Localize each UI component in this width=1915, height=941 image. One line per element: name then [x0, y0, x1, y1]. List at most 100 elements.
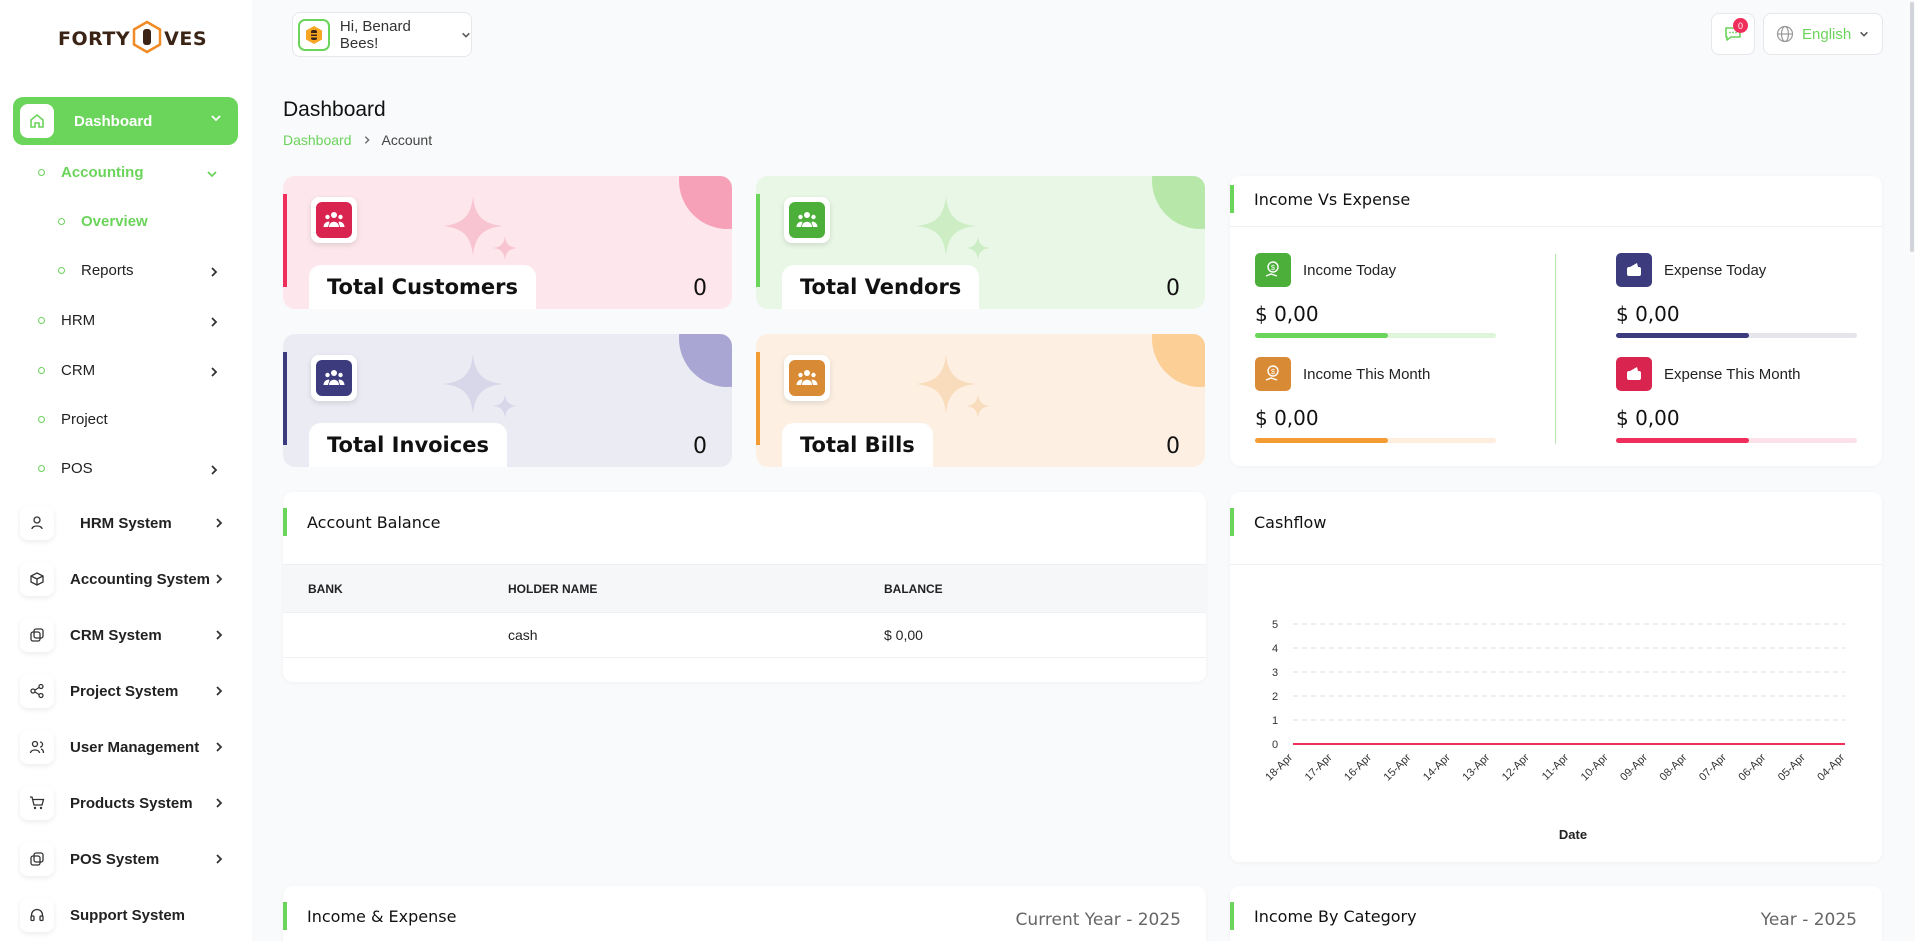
x-tick-label: 04-Apr	[1815, 751, 1847, 783]
x-tick-label: 18-Apr	[1263, 751, 1295, 783]
sidebar-item-support-system[interactable]: Support System	[20, 898, 185, 932]
corner-decoration	[679, 176, 732, 229]
sidebar-item-label: Support System	[70, 906, 186, 924]
x-tick-label: 05-Apr	[1776, 751, 1808, 783]
column-header[interactable]: BANK	[283, 564, 508, 613]
customers-icon-box	[311, 197, 357, 243]
page-title: Dashboard	[283, 98, 386, 121]
corner-decoration	[679, 334, 732, 387]
sidebar-item-label: POS	[61, 460, 93, 477]
breadcrumb: Dashboard Account	[283, 132, 432, 148]
notifications-button[interactable]: 0	[1711, 13, 1755, 55]
income-today-progress	[1255, 333, 1496, 338]
stat-label: Total Bills	[782, 423, 933, 467]
sidebar-item-reports[interactable]: Reports	[58, 262, 218, 279]
sidebar-item-label: POS System	[70, 850, 160, 868]
group-icon	[789, 202, 825, 238]
chevron-right-icon	[216, 686, 223, 696]
x-tick-label: 07-Apr	[1697, 751, 1729, 783]
sidebar-item-accounting[interactable]: Accounting	[38, 164, 217, 181]
sidebar-item-label: User Management	[70, 738, 200, 756]
panel-title: Account Balance	[283, 508, 441, 536]
breadcrumb-current: Account	[381, 132, 433, 148]
expense-this-month: Expense This Month	[1616, 357, 1800, 391]
sidebar-item-project[interactable]: Project	[38, 411, 108, 428]
stat-card-vendors[interactable]: Total Vendors 0	[756, 176, 1205, 309]
sidebar-item-hrm-system[interactable]: HRM System	[20, 506, 223, 540]
box-icon	[20, 562, 54, 596]
stat-label: Total Customers	[309, 265, 536, 309]
group-icon	[316, 202, 352, 238]
sidebar-item-pos[interactable]: POS	[38, 460, 218, 477]
page-scrollbar[interactable]	[1909, 0, 1915, 941]
stat-value: 0	[1166, 276, 1180, 301]
sidebar-item-accounting-system[interactable]: Accounting System	[20, 562, 223, 596]
x-tick-label: 14-Apr	[1421, 751, 1453, 783]
chevron-down-icon	[462, 32, 470, 38]
income-this-month-value: $ 0,00	[1255, 406, 1319, 430]
home-icon	[20, 104, 54, 138]
table-row[interactable]: cash $ 0,00	[283, 612, 1206, 658]
wallet-icon	[1616, 253, 1652, 287]
sidebar-item-hrm[interactable]: HRM	[38, 312, 218, 329]
income-today-value: $ 0,00	[1255, 302, 1319, 326]
y-tick-label: 3	[1272, 667, 1278, 679]
x-tick-label: 15-Apr	[1382, 751, 1414, 783]
logo-text-left: FORTY	[58, 28, 131, 50]
accent-bar	[756, 352, 760, 445]
sidebar-item-products-system[interactable]: Products System	[20, 786, 223, 820]
brand-logo[interactable]: FORTY VES	[58, 14, 207, 64]
breadcrumb-link-dashboard[interactable]: Dashboard	[283, 132, 352, 148]
column-header[interactable]: BALANCE	[884, 564, 1206, 613]
language-selector[interactable]: English	[1763, 13, 1883, 55]
expense-today: Expense Today	[1616, 253, 1766, 287]
chevron-right-icon	[211, 367, 218, 377]
sidebar-item-label: Project System	[70, 682, 179, 700]
income-vs-expense-panel: Income Vs Expense $ Income Today $ 0,00 …	[1230, 176, 1882, 466]
sidebar-item-pos-system[interactable]: POS System	[20, 842, 223, 876]
sidebar-item-dashboard[interactable]: Dashboard	[13, 97, 238, 145]
money-hand-icon: $	[1255, 357, 1291, 391]
users-icon	[20, 730, 54, 764]
x-tick-label: 09-Apr	[1618, 751, 1650, 783]
accent-bar	[283, 352, 287, 445]
cashflow-chart: 0 1 2 3 4 5 18-Apr 17-Apr 16-Apr 15-Apr 14-Apr 13-A…	[1263, 619, 1847, 842]
sidebar-item-crm-system[interactable]: CRM System	[20, 618, 223, 652]
column-header[interactable]: HOLDER NAME	[508, 564, 884, 613]
expense-this-month-progress	[1616, 438, 1857, 443]
expense-today-progress	[1616, 333, 1857, 338]
sidebar-item-label: Dashboard	[74, 112, 153, 130]
bills-icon-box	[784, 355, 830, 401]
divider	[1555, 254, 1556, 444]
income-this-month-progress	[1255, 438, 1496, 443]
chevron-down-icon	[207, 171, 217, 178]
corner-decoration	[1152, 334, 1205, 387]
sidebar-item-project-system[interactable]: Project System	[20, 674, 223, 708]
scrollbar-thumb[interactable]	[1910, 2, 1914, 252]
x-tick-label: 13-Apr	[1460, 751, 1492, 783]
stat-label: Total Invoices	[309, 423, 507, 467]
sidebar-item-overview[interactable]: Overview	[58, 213, 148, 230]
chevron-right-icon	[364, 136, 370, 144]
x-axis-label: Date	[1559, 827, 1587, 842]
stat-card-customers[interactable]: Total Customers 0	[283, 176, 732, 309]
svg-text:$: $	[1271, 265, 1275, 272]
user-menu-button[interactable]: Hi, Benard Bees!	[292, 12, 472, 57]
sparkle-icon	[916, 196, 990, 260]
dot-icon	[38, 465, 45, 472]
headset-icon	[20, 898, 54, 932]
stat-card-invoices[interactable]: Total Invoices 0	[283, 334, 732, 467]
chevron-right-icon	[216, 630, 223, 640]
expense-this-month-value: $ 0,00	[1616, 406, 1680, 430]
accent-bar	[756, 194, 760, 287]
chevron-right-icon	[216, 798, 223, 808]
y-tick-label: 0	[1272, 739, 1278, 751]
sidebar-item-label: Products System	[70, 794, 193, 812]
stat-card-bills[interactable]: Total Bills 0	[756, 334, 1205, 467]
sidebar-item-label: CRM System	[70, 626, 162, 644]
chevron-right-icon	[216, 518, 223, 528]
sidebar-item-label: Overview	[81, 213, 148, 230]
dot-icon	[58, 218, 65, 225]
sidebar-item-crm[interactable]: CRM	[38, 362, 218, 379]
sidebar-item-user-management[interactable]: User Management	[20, 730, 223, 764]
